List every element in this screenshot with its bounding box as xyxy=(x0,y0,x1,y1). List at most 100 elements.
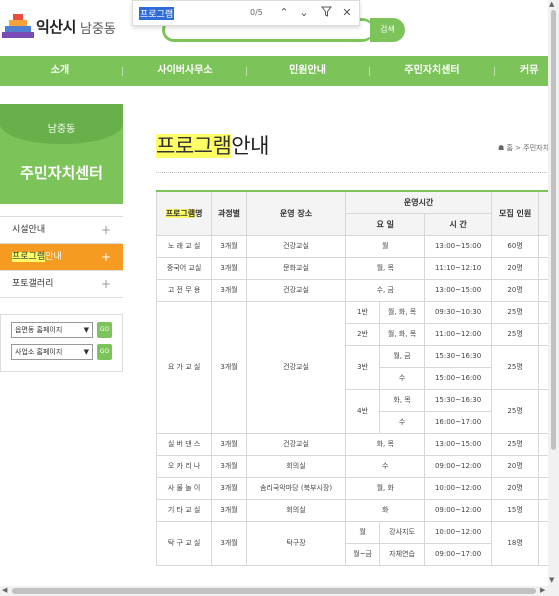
select-value: 사업소 홈페이지 xyxy=(15,348,63,356)
plus-icon: + xyxy=(100,277,111,291)
cell-course: 3개월 xyxy=(211,520,247,566)
sidebar-dong: 남중동 xyxy=(47,124,76,135)
col-program: 프로그램명 xyxy=(155,190,213,236)
scroll-left-icon[interactable]: ◀ xyxy=(2,586,7,594)
site-links-box: 읍면동 홈페이지 ▼ GO 사업소 홈페이지 ▼ GO xyxy=(0,314,123,372)
sidebar-item-label: 포토갤러리 xyxy=(12,279,54,289)
chevron-down-icon: ▼ xyxy=(83,348,89,356)
office-homepage-select[interactable]: 사업소 홈페이지 ▼ xyxy=(11,344,93,360)
program-table: 프로그램명 과정별 운영 장소 운영시간 모집 인원 요 일 시 간 노 래 교… xyxy=(155,190,559,566)
search-highlight: 프로그램 xyxy=(156,134,232,158)
cell-time: 10:00~12:00 xyxy=(424,520,492,544)
cell-class: 4반 xyxy=(345,388,380,434)
page-title: 프로그램안내 xyxy=(156,130,269,160)
find-input[interactable]: 프로그램 xyxy=(139,7,175,20)
nav-divider xyxy=(122,67,123,76)
header-label: 명 xyxy=(195,208,203,218)
cell-day: 월~금 xyxy=(345,542,380,566)
cell-class: 1반 xyxy=(345,300,380,324)
find-previous-icon[interactable]: ⌃ xyxy=(277,6,291,19)
city-logo[interactable] xyxy=(2,10,34,40)
cell-day: 수, 금 xyxy=(345,278,426,302)
scroll-up-icon[interactable]: ▲ xyxy=(549,0,554,8)
sidebar-title: 주민자치센터 xyxy=(20,164,103,182)
find-next-icon[interactable]: ⌄ xyxy=(297,6,311,19)
find-bar: 프로그램 0/5 ⌃ ⌄ ✕ xyxy=(132,0,360,26)
col-op-time: 운영시간 xyxy=(345,190,492,214)
sidebar-menu: 시설안내 + 프로그램안내 + 포토갤러리 + xyxy=(0,216,123,298)
cell-day: 월, 목 xyxy=(345,256,426,280)
cell-course: 3개월 xyxy=(211,256,247,280)
vertical-scrollbar[interactable]: ▲ ▼ xyxy=(548,0,559,586)
cell-program: 사 물 놀 이 xyxy=(155,476,213,500)
cell-place: 탁구장 xyxy=(245,520,347,566)
horizontal-scrollbar[interactable]: ◀ ▶ xyxy=(0,586,559,596)
sidebar-item-label: 안내 xyxy=(45,252,62,262)
town-homepage-select[interactable]: 읍면동 홈페이지 ▼ xyxy=(11,322,93,338)
cell-day: 월, 화, 목 xyxy=(378,300,426,324)
cell-time: 09:30~10:30 xyxy=(424,300,492,324)
cell-recruit: 18명 xyxy=(490,520,540,566)
nav-item-intro[interactable]: 소개 xyxy=(35,56,85,86)
plus-icon: + xyxy=(100,223,111,237)
breadcrumb-text[interactable]: 홈 > 주민자치 xyxy=(507,144,550,152)
sidebar-item-programs[interactable]: 프로그램안내 + xyxy=(0,244,123,271)
nav-divider xyxy=(246,67,247,76)
cell-course: 3개월 xyxy=(211,234,247,258)
nav-divider xyxy=(494,67,495,76)
breadcrumb: ☗ 홈 > 주민자치 xyxy=(498,143,549,153)
chevron-down-icon: ▼ xyxy=(83,326,89,334)
cell-note: 강사지도 xyxy=(378,520,426,544)
table-row: 실 버 댄 스 3개월 건강교실 화, 목 13:00~15:00 25명 xyxy=(155,432,559,456)
vertical-scroll-thumb[interactable] xyxy=(551,10,556,450)
cell-time: 13:00~15:00 xyxy=(424,432,492,456)
cell-day: 화 xyxy=(345,498,426,522)
cell-recruit: 20명 xyxy=(490,256,540,280)
cell-place: 건강교실 xyxy=(245,300,347,434)
cell-time: 15:30~16:30 xyxy=(424,344,492,368)
cell-place: 회의실 xyxy=(245,454,347,478)
table-row: 탁 구 교 실 3개월 탁구장 월 강사지도 10:00~12:00 18명 xyxy=(155,520,559,566)
nav-item-community-center[interactable]: 주민자치센터 xyxy=(386,56,478,86)
cell-course: 3개월 xyxy=(211,432,247,456)
search-button[interactable]: 검색 xyxy=(370,18,405,42)
nav-item-community[interactable]: 커뮤 xyxy=(520,56,550,86)
select-row: 사업소 홈페이지 ▼ GO xyxy=(11,344,121,360)
cell-place: 문화교실 xyxy=(245,256,347,280)
cell-time: 15:00~16:00 xyxy=(424,366,492,390)
city-name[interactable]: 익산시 xyxy=(36,16,76,37)
col-day: 요 일 xyxy=(345,212,426,236)
filter-icon[interactable] xyxy=(319,6,333,20)
close-icon[interactable]: ✕ xyxy=(340,6,354,19)
find-count: 0/5 xyxy=(250,8,263,17)
go-button[interactable]: GO xyxy=(97,322,112,338)
cell-day: 월, 화, 목 xyxy=(378,322,426,346)
page-title-rest: 안내 xyxy=(231,134,269,158)
home-icon[interactable]: ☗ xyxy=(498,144,504,152)
search-highlight: 프로그램 xyxy=(12,252,46,262)
cell-recruit: 25명 xyxy=(490,432,540,456)
table-header-row: 프로그램명 과정별 운영 장소 운영시간 모집 인원 xyxy=(155,190,559,236)
cell-time: 09:00~12:00 xyxy=(424,454,492,478)
table-row: 사 물 놀 이 3개월 솜리국악마당 (북부시장) 월, 화 10:00~12:… xyxy=(155,476,559,500)
cell-time: 09:00~12:00 xyxy=(424,498,492,522)
cell-day: 수 xyxy=(378,366,426,390)
cell-time: 09:00~17:00 xyxy=(424,542,492,566)
cell-place: 회의실 xyxy=(245,498,347,522)
scroll-down-icon[interactable]: ▼ xyxy=(549,576,554,584)
sidebar-item-gallery[interactable]: 포토갤러리 + xyxy=(0,271,123,298)
sidebar-item-facilities[interactable]: 시설안내 + xyxy=(0,217,123,244)
cell-day: 수 xyxy=(378,410,426,434)
cell-course: 3개월 xyxy=(211,278,247,302)
cell-program: 실 버 댄 스 xyxy=(155,432,213,456)
cell-recruit: 25명 xyxy=(490,388,540,434)
cell-recruit: 25명 xyxy=(490,300,540,324)
horizontal-scroll-thumb[interactable] xyxy=(12,588,536,594)
table-row: 노 래 교 실 3개월 건강교실 월 13:00~15:00 60명 xyxy=(155,234,559,258)
cell-day: 월, 금 xyxy=(378,344,426,368)
nav-item-cyber-office[interactable]: 사이버사무소 xyxy=(140,56,230,86)
go-button[interactable]: GO xyxy=(97,344,112,360)
cell-recruit: 20명 xyxy=(490,476,540,500)
scroll-right-icon[interactable]: ▶ xyxy=(540,586,545,594)
nav-item-civil[interactable]: 민원안내 xyxy=(265,56,350,86)
